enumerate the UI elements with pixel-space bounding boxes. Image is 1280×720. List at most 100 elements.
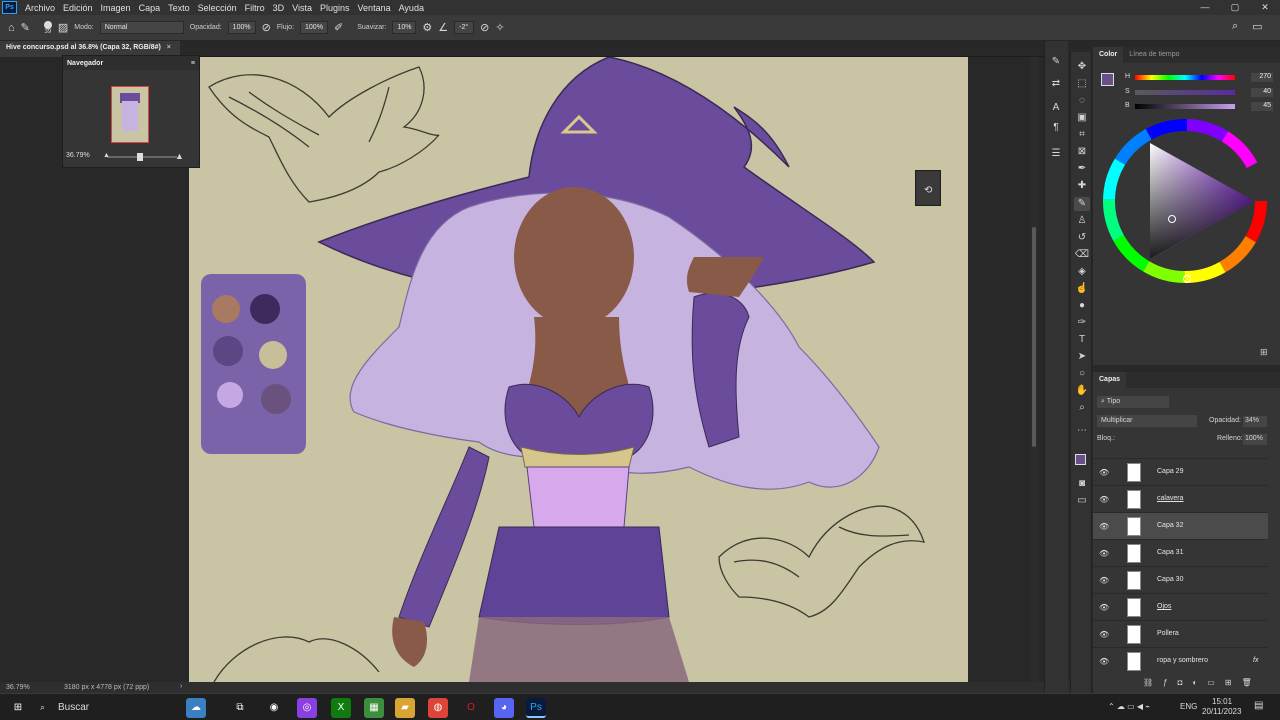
opacity-field[interactable]: 100% — [227, 21, 256, 34]
clone-source-icon[interactable]: ⇄ — [1048, 77, 1064, 91]
brush-presets-icon[interactable]: ✎ — [1048, 55, 1064, 69]
eye-icon[interactable]: 👁 — [1099, 657, 1109, 666]
fill-field[interactable]: 100% — [1243, 434, 1267, 445]
pen-tool-icon[interactable]: ✑ — [1074, 316, 1090, 330]
tray-icons[interactable]: ⌃ ☁ ▭ ◀ ⌁ — [1108, 702, 1150, 711]
status-arrow-icon[interactable]: › — [180, 683, 182, 690]
menu-texto[interactable]: Texto — [164, 3, 194, 13]
brightness-slider[interactable] — [1135, 104, 1235, 109]
eye-icon[interactable]: 👁 — [1099, 468, 1109, 477]
paint-bucket-icon[interactable]: ◈ — [1074, 265, 1090, 279]
path-select-icon[interactable]: ➤ — [1074, 350, 1090, 364]
symmetry-icon[interactable]: ✧ — [495, 21, 504, 34]
lasso-tool-icon[interactable]: ◌ — [1074, 94, 1090, 108]
brush-settings-icon[interactable]: ▨ — [58, 21, 68, 34]
eye-icon[interactable]: 👁 — [1099, 576, 1109, 585]
menu-vista[interactable]: Vista — [288, 3, 316, 13]
menu-seleccion[interactable]: Selección — [194, 3, 241, 13]
clock-date[interactable]: 20/11/2023 — [1202, 707, 1241, 716]
hand-tool-icon[interactable]: ✋ — [1074, 384, 1090, 398]
history-brush-icon[interactable]: ↺ — [1074, 231, 1090, 245]
zoom-slider-thumb[interactable] — [137, 153, 143, 161]
minecraft-icon[interactable]: ▦ — [364, 698, 384, 718]
marquee-tool-icon[interactable]: ⬚ — [1074, 77, 1090, 91]
more-tools-icon[interactable]: ⋯ — [1074, 424, 1090, 438]
language-indicator[interactable]: ENG — [1180, 702, 1197, 711]
layer-row[interactable]: 👁 Capa 30 — [1093, 566, 1268, 593]
tab-color[interactable]: Color — [1093, 47, 1124, 63]
discord-icon[interactable]: ◕ — [494, 698, 514, 718]
taskbar-search-icon[interactable]: ⌕ — [40, 702, 45, 713]
app-icon[interactable]: ◎ — [297, 698, 317, 718]
status-zoom[interactable]: 36.79% — [6, 684, 30, 691]
healing-brush-icon[interactable]: ✚ — [1074, 179, 1090, 193]
object-select-icon[interactable]: ▣ — [1074, 111, 1090, 125]
eyedropper-icon[interactable]: ✒ — [1074, 162, 1090, 176]
menu-archivo[interactable]: Archivo — [21, 3, 59, 13]
fx-add-icon[interactable]: ƒ — [1163, 678, 1167, 687]
zoom-in-icon[interactable]: ▲ — [175, 151, 184, 161]
crop-tool-icon[interactable]: ⌗ — [1074, 128, 1090, 142]
vertical-scroll-thumb[interactable] — [1032, 227, 1036, 447]
saturation-value[interactable]: 40 — [1251, 88, 1273, 97]
trash-icon[interactable]: 🗑 — [1242, 678, 1252, 687]
eye-icon[interactable]: 👁 — [1099, 603, 1109, 612]
panel-menu-icon[interactable]: ≡ — [191, 60, 195, 67]
status-doc-info[interactable]: 3180 px x 4778 px (72 ppp) — [64, 684, 149, 691]
zoom-tool-icon[interactable]: ⌕ — [1074, 401, 1090, 415]
new-layer-icon[interactable]: ⊞ — [1225, 678, 1232, 687]
home-icon[interactable]: ⌂ — [8, 22, 15, 34]
flow-field[interactable]: 100% — [300, 21, 329, 34]
gear-icon[interactable]: ⚙ — [422, 21, 432, 34]
menu-edicion[interactable]: Edición — [59, 3, 97, 13]
color-wheel[interactable] — [1102, 119, 1272, 289]
layer-row[interactable]: 👁 Pollera — [1093, 620, 1268, 647]
obs-icon[interactable]: ◉ — [264, 698, 284, 718]
notifications-icon[interactable]: ▤ — [1254, 700, 1263, 711]
vertical-scrollbar[interactable] — [1030, 57, 1038, 682]
eye-icon[interactable]: 👁 — [1099, 549, 1109, 558]
adjustments-icon[interactable]: ☰ — [1048, 147, 1064, 161]
adjustment-layer-icon[interactable]: ◐ — [1192, 678, 1197, 687]
xbox-icon[interactable]: X — [331, 698, 351, 718]
stamp-tool-icon[interactable]: ♙ — [1074, 214, 1090, 228]
layer-row[interactable]: 👁 calavera — [1093, 485, 1268, 512]
weather-widget-icon[interactable]: ☁ — [186, 698, 206, 718]
file-explorer-icon[interactable]: ▰ — [395, 698, 415, 718]
hue-slider[interactable] — [1135, 75, 1235, 80]
layer-row[interactable]: 👁 Ojos — [1093, 593, 1268, 620]
navigator-zoom[interactable]: 36.79% — [66, 152, 90, 159]
eye-icon[interactable]: 👁 — [1099, 522, 1109, 531]
paragraph-icon[interactable]: ¶ — [1048, 121, 1064, 135]
floating-panel-button[interactable]: ⟲ — [915, 170, 941, 206]
tab-layers[interactable]: Capas — [1093, 372, 1127, 388]
dodge-tool-icon[interactable]: ● — [1074, 299, 1090, 313]
minimize-button[interactable]: — — [1190, 0, 1220, 15]
menu-ventana[interactable]: Ventana — [354, 3, 395, 13]
menu-capa[interactable]: Capa — [135, 3, 165, 13]
mode-dropdown[interactable]: Normal — [99, 21, 184, 34]
move-tool-icon[interactable]: ✥ — [1074, 60, 1090, 74]
foreground-color-swatch[interactable] — [1075, 454, 1086, 465]
tab-timeline[interactable]: Línea de tiempo — [1123, 47, 1185, 63]
mask-icon[interactable]: ◘ — [1178, 678, 1183, 687]
link-icon[interactable]: ⛓ — [1143, 678, 1153, 687]
pressure-opacity-icon[interactable]: ⊘ — [262, 21, 271, 34]
photoshop-taskbar-icon[interactable]: Ps — [526, 698, 546, 718]
layer-row[interactable]: 👁 ropa y sombrero fx — [1093, 647, 1268, 674]
brush-preset-picker[interactable]: 39 — [43, 20, 52, 35]
menu-imagen[interactable]: Imagen — [97, 3, 135, 13]
layer-opacity-field[interactable]: 34% — [1243, 416, 1267, 427]
eye-icon[interactable]: 👁 — [1099, 630, 1109, 639]
brightness-value[interactable]: 45 — [1251, 102, 1273, 111]
workspace-icon[interactable]: ▭ — [1252, 20, 1262, 33]
hue-value[interactable]: 270 — [1251, 73, 1273, 82]
taskbar-search-box[interactable]: Buscar — [58, 702, 89, 713]
opera-icon[interactable]: O — [461, 698, 481, 718]
character-icon[interactable]: A — [1048, 101, 1064, 115]
frame-tool-icon[interactable]: ⊠ — [1074, 145, 1090, 159]
artboard[interactable] — [189, 57, 968, 682]
layer-row[interactable]: 👁 Capa 31 — [1093, 539, 1268, 566]
windows-start-icon[interactable]: ⊞ — [8, 698, 28, 718]
search-icon[interactable]: ⌕ — [1232, 20, 1238, 33]
